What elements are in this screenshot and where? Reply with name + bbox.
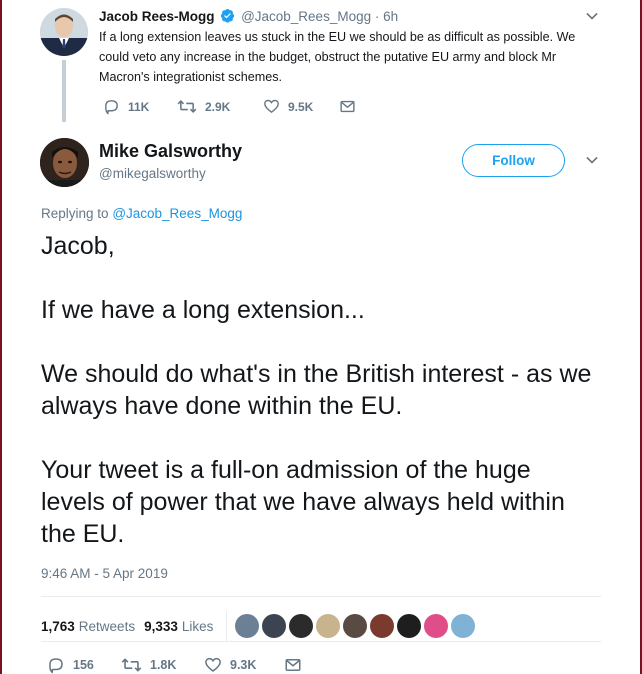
follow-button[interactable]: Follow <box>462 144 565 177</box>
retweet-icon <box>177 98 197 115</box>
like-button[interactable]: 9.5K <box>263 98 339 115</box>
reply-count: 156 <box>73 658 94 672</box>
direct-message-button[interactable] <box>284 656 302 674</box>
author-handle[interactable]: @mikegalsworthy <box>99 166 206 181</box>
direct-message-button[interactable] <box>339 98 356 115</box>
author-handle[interactable]: @Jacob_Rees_Mogg <box>241 9 371 24</box>
likes-count: 9,333 <box>144 618 178 634</box>
retweet-button[interactable]: 1.8K <box>121 656 204 674</box>
liker-avatar[interactable] <box>343 614 368 638</box>
tweet-text: If a long extension leaves us stuck in t… <box>99 30 576 84</box>
divider <box>41 596 601 597</box>
direct-message-icon <box>284 656 302 674</box>
retweets-stat[interactable]: 1,763 Retweets <box>41 619 135 634</box>
separator-dot: · <box>374 9 380 24</box>
parent-tweet-header: Jacob Rees-Mogg @Jacob_Rees_Mogg · 6h <box>99 8 398 26</box>
chevron-down-icon[interactable] <box>584 8 600 29</box>
tweet-paragraph: Your tweet is a full-on admission of the… <box>41 456 565 548</box>
retweet-count: 2.9K <box>205 99 231 114</box>
reply-count: 11K <box>128 99 150 114</box>
tweet-timestamp[interactable]: 9:46 AM - 5 Apr 2019 <box>41 566 168 581</box>
tweet-time[interactable]: 6h <box>383 9 398 24</box>
parent-tweet-actions: 11K 2.9K 9.5K <box>103 98 356 115</box>
tweet-paragraph: If we have a long extension... <box>41 296 365 324</box>
liker-avatars <box>235 614 478 638</box>
author-name[interactable]: Mike Galsworthy <box>99 141 242 162</box>
divider <box>226 611 228 641</box>
main-tweet-actions: 156 1.8K 9.3K <box>47 656 302 674</box>
replying-to-link[interactable]: @Jacob_Rees_Mogg <box>112 206 242 221</box>
main-tweet-header: Mike Galsworthy @mikegalsworthy Follow <box>40 138 610 190</box>
reply-icon <box>103 98 120 115</box>
retweet-count: 1.8K <box>150 658 177 672</box>
direct-message-icon <box>339 98 356 115</box>
liker-avatar[interactable] <box>424 614 449 638</box>
like-count: 9.3K <box>230 658 257 672</box>
replying-to: Replying to @Jacob_Rees_Mogg <box>41 206 242 221</box>
verified-badge-icon <box>220 8 235 26</box>
liker-avatar[interactable] <box>316 614 341 638</box>
likes-label: Likes <box>181 618 214 634</box>
liker-avatar[interactable] <box>370 614 395 638</box>
likes-stat[interactable]: 9,333 Likes <box>144 619 213 634</box>
chevron-down-icon[interactable] <box>584 152 600 173</box>
like-count: 9.5K <box>288 99 314 114</box>
liker-avatar[interactable] <box>235 614 260 638</box>
retweets-count: 1,763 <box>41 618 75 634</box>
liker-avatar[interactable] <box>262 614 287 638</box>
reply-button[interactable]: 156 <box>47 656 121 674</box>
liker-avatar[interactable] <box>451 614 476 638</box>
author-name[interactable]: Jacob Rees-Mogg <box>99 9 215 24</box>
reply-button[interactable]: 11K <box>103 98 177 115</box>
reply-icon <box>47 656 65 674</box>
thread-connector-line <box>62 60 66 122</box>
avatar[interactable] <box>40 8 88 56</box>
retweet-button[interactable]: 2.9K <box>177 98 263 115</box>
window-edge-left <box>0 0 2 674</box>
like-icon <box>263 98 280 115</box>
tweet-paragraph: We should do what's in the British inter… <box>41 360 592 420</box>
like-icon <box>204 656 222 674</box>
tweet-text: Jacob, If we have a long extension... We… <box>41 230 601 550</box>
divider <box>41 641 601 642</box>
retweets-label: Retweets <box>78 618 136 634</box>
replying-prefix: Replying to <box>41 206 109 221</box>
tweet-paragraph: Jacob, <box>41 232 115 260</box>
avatar[interactable] <box>40 138 89 187</box>
retweet-icon <box>121 656 142 674</box>
tweet-stats: 1,763 Retweets 9,333 Likes <box>41 611 478 641</box>
liker-avatar[interactable] <box>397 614 422 638</box>
liker-avatar[interactable] <box>289 614 314 638</box>
like-button[interactable]: 9.3K <box>204 656 284 674</box>
